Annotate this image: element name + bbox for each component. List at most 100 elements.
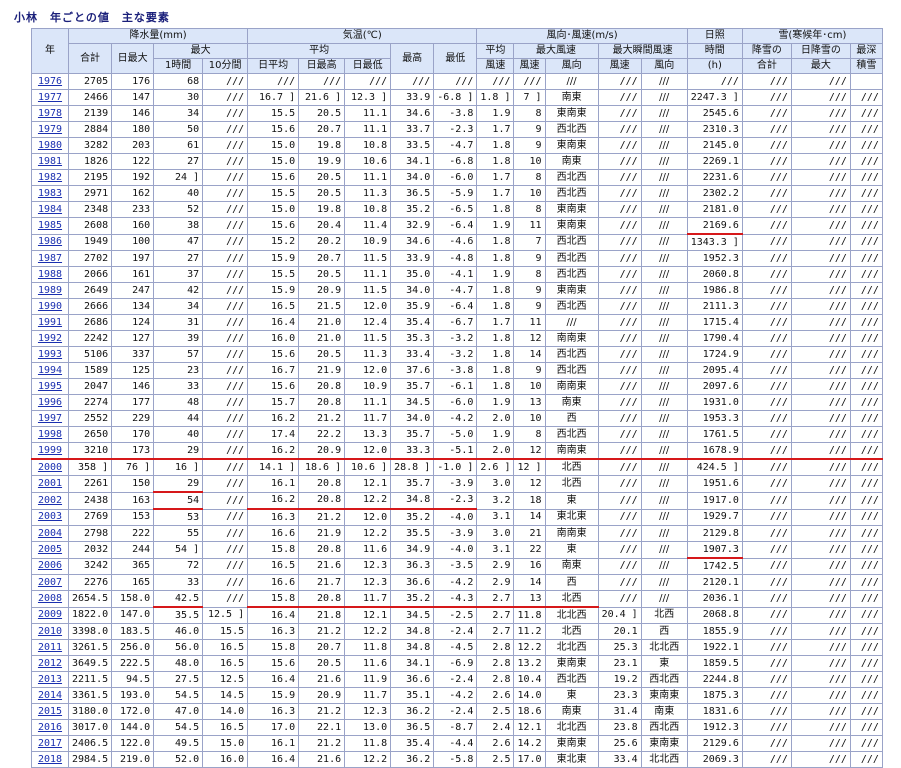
year-link[interactable]: 1977 xyxy=(38,92,62,103)
data-cell: 12.0 xyxy=(344,508,392,526)
data-cell: 11.1 xyxy=(344,266,392,283)
year-link[interactable]: 1992 xyxy=(38,333,62,344)
data-cell: 1953.3 xyxy=(686,410,743,427)
table-row: 2014 3361.5 193.0 54.5 14.5 15.9 20.9 11.7 35.1-… xyxy=(31,687,883,704)
year-link[interactable]: 2011 xyxy=(38,642,62,653)
data-cell: 11.7 xyxy=(344,687,392,704)
year-link[interactable]: 1996 xyxy=(38,397,62,408)
year-cell: 1998 xyxy=(31,426,69,443)
data-cell: 424.5 ] xyxy=(686,458,743,476)
year-link[interactable]: 2009 xyxy=(38,609,62,620)
data-cell: 南東 xyxy=(544,153,599,170)
data-cell: 30 xyxy=(153,89,204,106)
year-link[interactable]: 1990 xyxy=(38,301,62,312)
page-title: 小林 年ごとの値 主な要素 xyxy=(14,11,170,24)
data-cell: 2.7 xyxy=(476,590,515,608)
year-link[interactable]: 1980 xyxy=(38,140,62,151)
data-cell: 35.2 xyxy=(390,590,435,608)
data-cell: 12.2 xyxy=(344,491,392,510)
year-link[interactable]: 1994 xyxy=(38,365,62,376)
year-link[interactable]: 2008 xyxy=(38,593,62,604)
year-link[interactable]: 1987 xyxy=(38,253,62,264)
year-link[interactable]: 1991 xyxy=(38,317,62,328)
year-link[interactable]: 2006 xyxy=(38,560,62,571)
data-cell: 北西 xyxy=(544,475,599,493)
data-cell: /// xyxy=(741,266,792,283)
year-link[interactable]: 1986 xyxy=(38,236,62,247)
year-link[interactable]: 1976 xyxy=(38,76,62,87)
table-row: 1979 2884 180 50///15.6 20.7 11.1 33.7 -2.3 1.7 9… xyxy=(31,121,883,138)
year-link[interactable]: 2007 xyxy=(38,577,62,588)
data-cell: 9 xyxy=(513,250,546,267)
year-link[interactable]: 1999 xyxy=(38,445,62,456)
year-link[interactable]: 1997 xyxy=(38,413,62,424)
year-link[interactable]: 2000 xyxy=(38,462,62,473)
data-cell: 2.5 xyxy=(476,751,515,768)
data-cell: 2984.5 xyxy=(67,751,113,768)
data-cell: 1761.5 xyxy=(686,426,743,443)
data-cell: /// xyxy=(597,378,642,395)
data-cell: 15.9 xyxy=(247,282,300,299)
year-link[interactable]: 1985 xyxy=(38,220,62,231)
year-cell: 2010 xyxy=(31,623,69,640)
year-link[interactable]: 1981 xyxy=(38,156,62,167)
year-link[interactable]: 1993 xyxy=(38,349,62,360)
data-cell: 48.0 xyxy=(153,655,204,672)
year-link[interactable]: 1998 xyxy=(38,429,62,440)
data-cell: 西北西 xyxy=(544,362,599,379)
year-link[interactable]: 2001 xyxy=(38,478,62,489)
table-row: 1996 2274 177 48///15.7 20.8 11.1 34.5 -6.0 1.9 1… xyxy=(31,394,883,411)
year-link[interactable]: 2013 xyxy=(38,674,62,685)
data-cell: 33.3 xyxy=(390,442,435,460)
data-cell: 17.4 xyxy=(247,426,300,443)
year-link[interactable]: 1988 xyxy=(38,269,62,280)
data-cell: 20.5 xyxy=(298,266,346,283)
year-link[interactable]: 2014 xyxy=(38,690,62,701)
year-link[interactable]: 2012 xyxy=(38,658,62,669)
year-link[interactable]: 2005 xyxy=(38,544,62,555)
data-cell: 2181.0 xyxy=(686,201,743,218)
data-cell: 233 xyxy=(111,201,155,218)
data-cell: 東南東 xyxy=(544,137,599,154)
year-link[interactable]: 1995 xyxy=(38,381,62,392)
data-cell: 35.7 xyxy=(390,475,435,493)
data-cell: 2666 xyxy=(67,298,113,315)
year-link[interactable]: 1984 xyxy=(38,204,62,215)
data-cell: /// xyxy=(741,169,792,186)
header-precip-10m: 10分間 xyxy=(202,58,249,74)
data-cell: -6.5 xyxy=(433,201,478,218)
year-link[interactable]: 2015 xyxy=(38,706,62,717)
data-cell: 東南東 xyxy=(544,201,599,218)
data-cell: 40 xyxy=(153,185,204,202)
data-cell: 247 xyxy=(111,282,155,299)
year-link[interactable]: 1982 xyxy=(38,172,62,183)
data-cell: 12.5 ] xyxy=(202,606,249,624)
year-link[interactable]: 1979 xyxy=(38,124,62,135)
data-cell: /// xyxy=(202,458,249,476)
data-cell: 46.0 xyxy=(153,623,204,640)
data-cell: /// xyxy=(790,458,851,476)
year-link[interactable]: 2016 xyxy=(38,722,62,733)
data-cell: /// xyxy=(741,703,792,720)
data-cell: /// xyxy=(597,475,642,493)
data-cell: 2884 xyxy=(67,121,113,138)
data-cell: -4.7 xyxy=(433,282,478,299)
data-cell: 2310.3 xyxy=(686,121,743,138)
year-link[interactable]: 1983 xyxy=(38,188,62,199)
year-cell: 2009 xyxy=(31,606,69,624)
year-link[interactable]: 2017 xyxy=(38,738,62,749)
data-cell: 358 ] xyxy=(67,458,113,476)
year-link[interactable]: 1978 xyxy=(38,108,62,119)
year-link[interactable]: 2002 xyxy=(38,495,62,506)
year-link[interactable]: 2018 xyxy=(38,754,62,765)
year-link[interactable]: 2004 xyxy=(38,528,62,539)
data-cell: 12 ] xyxy=(513,458,546,476)
data-cell: /// xyxy=(247,73,300,90)
year-link[interactable]: 1989 xyxy=(38,285,62,296)
data-cell: /// xyxy=(741,475,792,493)
data-cell: /// xyxy=(849,89,883,106)
data-cell: 12.2 xyxy=(513,639,546,656)
year-link[interactable]: 2010 xyxy=(38,626,62,637)
data-cell: 東 xyxy=(544,541,599,559)
year-link[interactable]: 2003 xyxy=(38,511,62,522)
